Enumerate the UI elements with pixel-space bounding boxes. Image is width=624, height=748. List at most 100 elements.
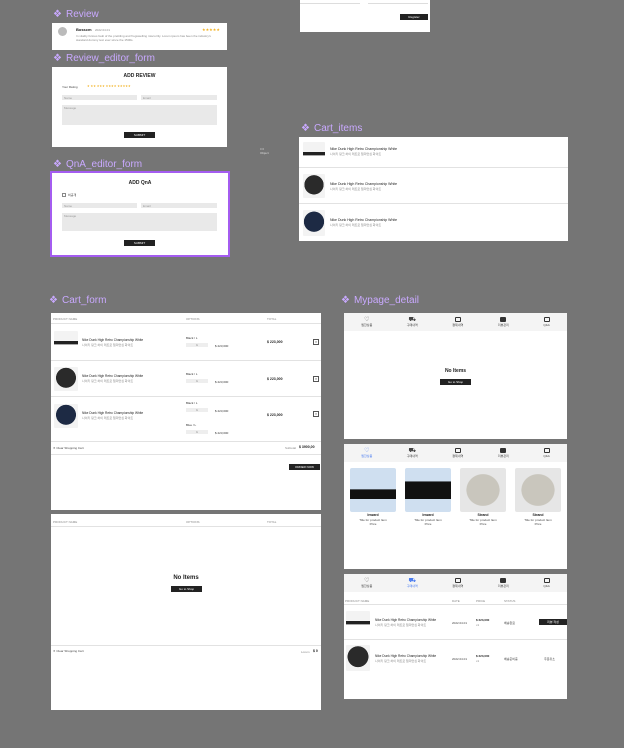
review-icon	[500, 578, 507, 583]
header-product: PRODUCT NAME	[345, 599, 370, 603]
order-qty: x1	[476, 659, 480, 663]
component-icon: ❖	[53, 53, 62, 64]
tab-orders[interactable]: ⛟ 구매내역	[407, 578, 418, 588]
product-card[interactable]: Strand Title for product Item Price	[515, 468, 561, 528]
clear-cart-link[interactable]: ✕ Clear Shopping Cart	[53, 446, 84, 450]
product-image	[346, 645, 370, 671]
order-now-button[interactable]: ORDER NOW	[289, 464, 320, 470]
tab-wishlist[interactable]: ♡ 찜한상품	[361, 578, 372, 588]
frame-title-qna-editor: ❖ QnA_editor_form	[53, 159, 143, 170]
rating-stars[interactable]: ★ ★★ ★★★ ★★★★ ★★★★★	[87, 84, 131, 88]
product-card[interactable]: Inward Title for product Item Price	[350, 468, 396, 528]
message-field[interactable]: Message	[62, 105, 217, 125]
order-date: 2022.04.01	[452, 657, 468, 661]
qna-icon	[543, 448, 550, 453]
quantity-stepper[interactable]: 1	[186, 343, 208, 347]
go-to-shop-button[interactable]: Go to Shop	[440, 379, 471, 385]
product-name: Nike Dunk High Retro Championship White	[82, 374, 144, 378]
header-price: PRICE	[476, 599, 486, 603]
product-card[interactable]: Inward Title for product Item Price	[405, 468, 451, 528]
write-review-button[interactable]: 리뷰 작성	[539, 619, 567, 625]
row-total: $ 223,000	[267, 340, 283, 344]
header-status: STATUS	[504, 599, 516, 603]
tab-reviews[interactable]: 리뷰관리	[498, 578, 509, 588]
secret-checkbox[interactable]	[62, 193, 66, 197]
product-name: Nike Dunk High Retro Championship White	[375, 618, 437, 622]
subtotal-value: $ 0	[313, 649, 318, 653]
email-field[interactable]: Email	[141, 95, 217, 100]
remove-button[interactable]: ×	[313, 339, 319, 345]
product-thumb	[405, 468, 451, 512]
product-thumb	[515, 468, 561, 512]
component-icon: ❖	[53, 9, 62, 20]
quantity-stepper[interactable]: 1	[186, 430, 208, 434]
message-field[interactable]: Message	[62, 213, 217, 231]
empty-title: No Items	[173, 575, 199, 581]
product-image	[54, 404, 78, 428]
option-label: Blue / L	[186, 423, 197, 427]
submit-button[interactable]: SUBMIT	[124, 240, 155, 246]
mypage-empty-panel: ♡ 찜한상품 ⛟ 구매내역 결제내역 리뷰관리 Q&A No Items Go to…	[344, 313, 567, 439]
product-name: Inward	[422, 513, 434, 517]
list-item[interactable]: Nike Dunk High Retro Championship White …	[299, 168, 568, 204]
header-options: OPTIONS	[186, 520, 200, 524]
quantity-stepper[interactable]: 1	[186, 379, 208, 383]
go-to-shop-button[interactable]: Go to Shop	[171, 586, 202, 592]
product-sub: 나이키 덩크 하이 레트로 챔피언십 화이트	[375, 623, 427, 627]
product-image	[54, 331, 78, 353]
row-price: $ 223,000	[215, 380, 229, 384]
clear-cart-link[interactable]: ✕ Clear Shopping Cart	[53, 649, 84, 653]
table-row: Nike Dunk High Retro Championship White …	[344, 605, 567, 640]
register-button[interactable]: Register	[400, 14, 428, 20]
rating-label: Your Rating	[62, 85, 78, 89]
component-icon: ❖	[301, 123, 310, 134]
header-date: DATE	[452, 599, 460, 603]
option-label: Black / L	[186, 372, 198, 376]
product-name: Strand	[532, 513, 544, 517]
product-name: Nike Dunk High Retro Championship White	[330, 182, 398, 186]
mypage-wishlist-panel: ♡ 찜한상품 ⛟ 구매내역 결제내역 리뷰관리 Q&A Inward Title f…	[344, 444, 567, 569]
review-icon	[500, 317, 507, 322]
secret-label: 비공개	[68, 193, 77, 197]
tab-reviews[interactable]: 리뷰관리	[498, 448, 509, 458]
tab-qna[interactable]: Q&A	[543, 317, 550, 327]
product-sub: 나이키 덩크 하이 레트로 챔피언십 화이트	[330, 187, 382, 191]
remove-button[interactable]: ×	[313, 376, 319, 382]
product-card[interactable]: Strand Title for product Item Price	[460, 468, 506, 528]
tab-payments[interactable]: 결제내역	[452, 578, 463, 588]
header-total: TOTAL	[267, 317, 277, 321]
cart-form-empty: PRODUCT NAME OPTIONS TOTAL No Items Go t…	[51, 514, 321, 710]
tab-reviews[interactable]: 리뷰관리	[498, 317, 509, 327]
qna-icon	[543, 317, 550, 322]
product-image	[346, 611, 370, 633]
tab-qna[interactable]: Q&A	[543, 448, 550, 458]
card-icon	[454, 578, 461, 583]
name-field[interactable]: Name	[62, 203, 137, 208]
cancel-order-link[interactable]: 주문취소	[544, 657, 555, 661]
remove-button[interactable]: ×	[313, 411, 319, 417]
table-row: Nike Dunk High Retro Championship White …	[51, 324, 321, 361]
tab-orders[interactable]: ⛟ 구매내역	[407, 448, 418, 458]
tab-orders[interactable]: ⛟ 구매내역	[407, 317, 418, 327]
tab-qna[interactable]: Q&A	[543, 578, 550, 588]
quantity-stepper[interactable]: 1	[186, 408, 208, 412]
submit-button[interactable]: SUBMIT	[124, 132, 155, 138]
option-label: Black / L	[186, 336, 198, 340]
subtotal-label: Lorem	[301, 650, 310, 654]
tab-payments[interactable]: 결제내역	[452, 448, 463, 458]
product-image	[54, 367, 78, 391]
empty-title: No Items	[444, 368, 467, 374]
email-field[interactable]: Email	[141, 203, 217, 208]
tab-wishlist[interactable]: ♡ 찜한상품	[361, 448, 372, 458]
product-price: Price	[424, 522, 432, 526]
list-item[interactable]: Nike Dunk High Retro Championship White …	[299, 204, 568, 241]
card-icon	[454, 317, 461, 322]
list-item[interactable]: Nike Dunk High Retro Championship White …	[299, 137, 568, 168]
review-icon	[500, 448, 507, 453]
tab-payments[interactable]: 결제내역	[452, 317, 463, 327]
tab-wishlist[interactable]: ♡ 찜한상품	[361, 317, 372, 327]
header-total: TOTAL	[267, 520, 277, 524]
product-sub: 나이키 덩크 하이 레트로 챔피언십 화이트	[330, 223, 382, 227]
name-field[interactable]: Name	[62, 95, 137, 100]
frame-title-review: ❖ Review	[53, 9, 99, 20]
